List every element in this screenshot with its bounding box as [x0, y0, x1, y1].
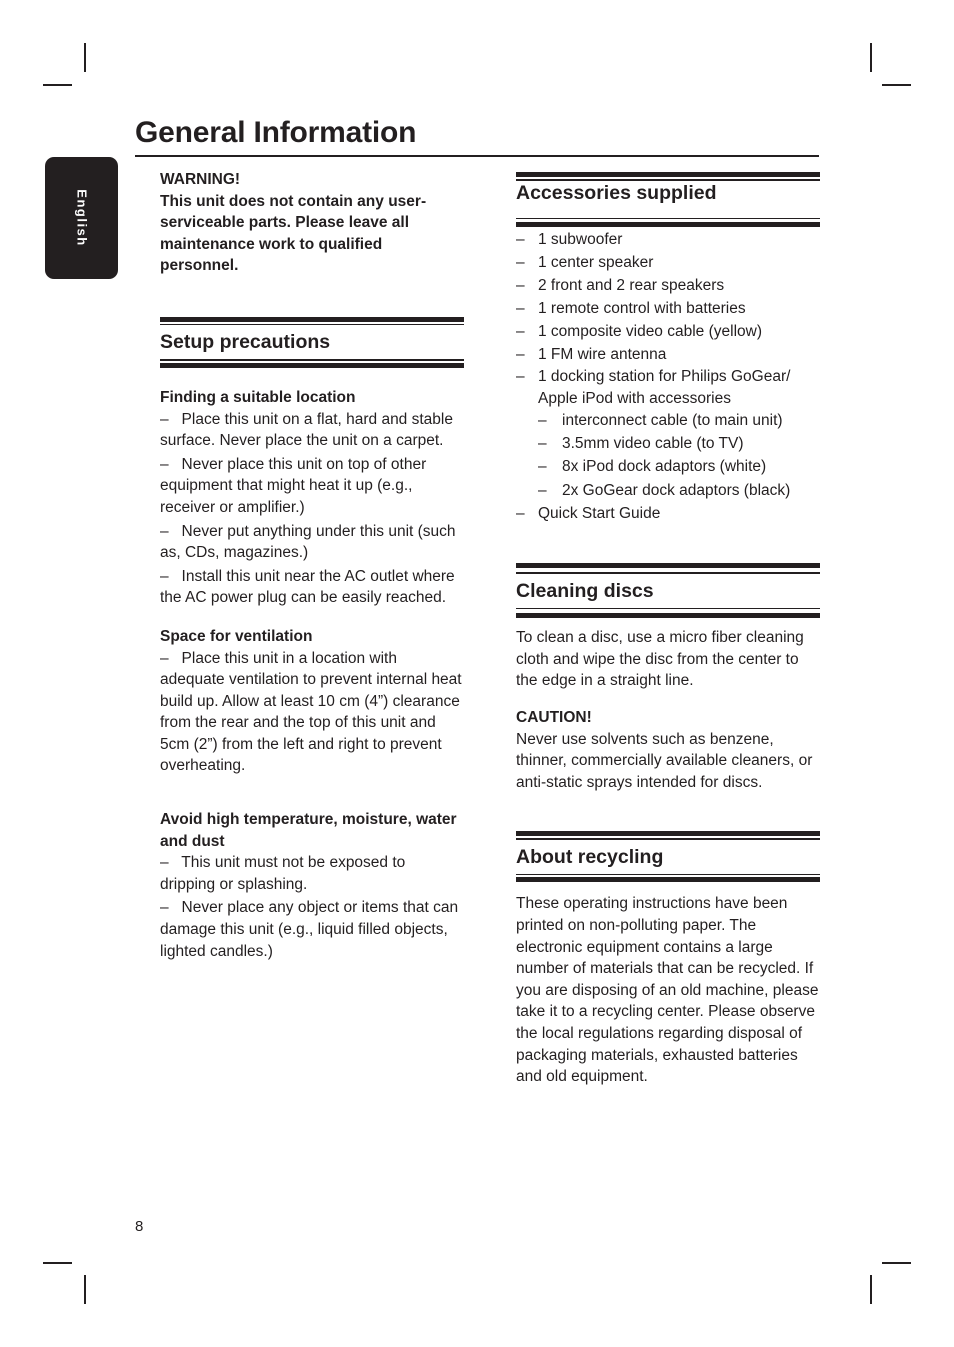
crop-mark — [870, 1275, 872, 1304]
language-tab-label: English — [74, 189, 89, 247]
caution-text: Never use solvents such as benzene, thin… — [516, 730, 813, 791]
list-item: – Quick Start Guide — [516, 504, 661, 522]
list-item: – Never place any object or items that c… — [160, 899, 459, 960]
list-item: – interconnect cable (to main unit) — [538, 412, 783, 430]
crop-mark — [882, 1262, 911, 1264]
list-item: –2 front and 2 rear speakers — [516, 277, 725, 295]
list-item: – Never put anything under this unit (su… — [160, 522, 456, 562]
list-item: –2x GoGear dock adaptors (black) — [538, 481, 791, 499]
warning-text: This unit does not contain any user-serv… — [160, 192, 427, 275]
list-item: –1 composite video cable (yellow) — [516, 323, 762, 341]
right-column: Accessories supplied –1 subwoofer –1 cen… — [516, 172, 820, 1088]
crop-mark — [870, 43, 872, 72]
left-column: WARNING! This unit does not contain any … — [160, 169, 464, 962]
recycling-text: These operating instructions have been p… — [516, 895, 819, 1086]
page-title: General Information — [135, 116, 417, 149]
page-number: 8 — [135, 1218, 144, 1235]
list-item: –1 docking station for Philips GoGear/ A… — [516, 366, 820, 501]
list-item: – Place this unit in a location with ade… — [160, 649, 462, 775]
list-item: – Never place this unit on top of other … — [160, 455, 427, 516]
section-heading-setup: Setup precautions — [160, 316, 464, 368]
crop-mark — [882, 84, 911, 86]
list-item: – Place this unit on a flat, hard and st… — [160, 410, 453, 450]
crop-mark — [84, 1275, 86, 1304]
cleaning-text: To clean a disc, use a micro fiber clean… — [516, 629, 804, 690]
section-title: About recycling — [516, 845, 664, 868]
title-rule — [135, 155, 819, 157]
accessories-list: –1 subwoofer –1 center speaker –2 front … — [516, 229, 820, 524]
section-heading-accessories: Accessories supplied — [516, 172, 820, 227]
section-title: Cleaning discs — [516, 579, 654, 602]
list-item: –8x iPod dock adaptors (white) — [538, 458, 767, 476]
list-item: –1 FM wire antenna — [516, 346, 667, 364]
list-item: –1 subwoofer — [516, 231, 623, 248]
section-title: Setup precautions — [160, 331, 331, 354]
dock-accessories-list: – interconnect cable (to main unit) –3.5m… — [538, 410, 820, 501]
subsection-title: Finding a suitable location — [160, 388, 356, 406]
section-title: Accessories supplied — [516, 181, 717, 204]
caution-label: CAUTION! — [516, 709, 592, 726]
list-item: – This unit must not be exposed to dripp… — [160, 854, 406, 893]
subsection-title: Avoid high temperature, moisture, water … — [160, 811, 457, 850]
crop-mark — [43, 1262, 72, 1264]
crop-mark — [43, 84, 72, 86]
subsection-environment: Avoid high temperature, moisture, water … — [160, 809, 464, 962]
section-heading-cleaning: Cleaning discs — [516, 563, 820, 619]
list-item: –3.5mm video cable (to TV) — [538, 435, 744, 453]
warning-label: WARNING! — [160, 171, 241, 188]
language-tab: English — [45, 157, 118, 279]
list-item: –1 center speaker — [516, 254, 654, 272]
subsection-ventilation: Space for ventilation – Place this unit … — [160, 626, 464, 777]
subsection-location: Finding a suitable location – Place this… — [160, 387, 464, 609]
list-item: –1 remote control with batteries — [516, 300, 746, 318]
section-heading-recycling: About recycling — [516, 831, 820, 883]
subsection-title: Space for ventilation — [160, 627, 313, 645]
crop-mark — [84, 43, 86, 72]
list-item: – Install this unit near the AC outlet w… — [160, 567, 455, 607]
warning-block: WARNING! This unit does not contain any … — [160, 169, 464, 277]
